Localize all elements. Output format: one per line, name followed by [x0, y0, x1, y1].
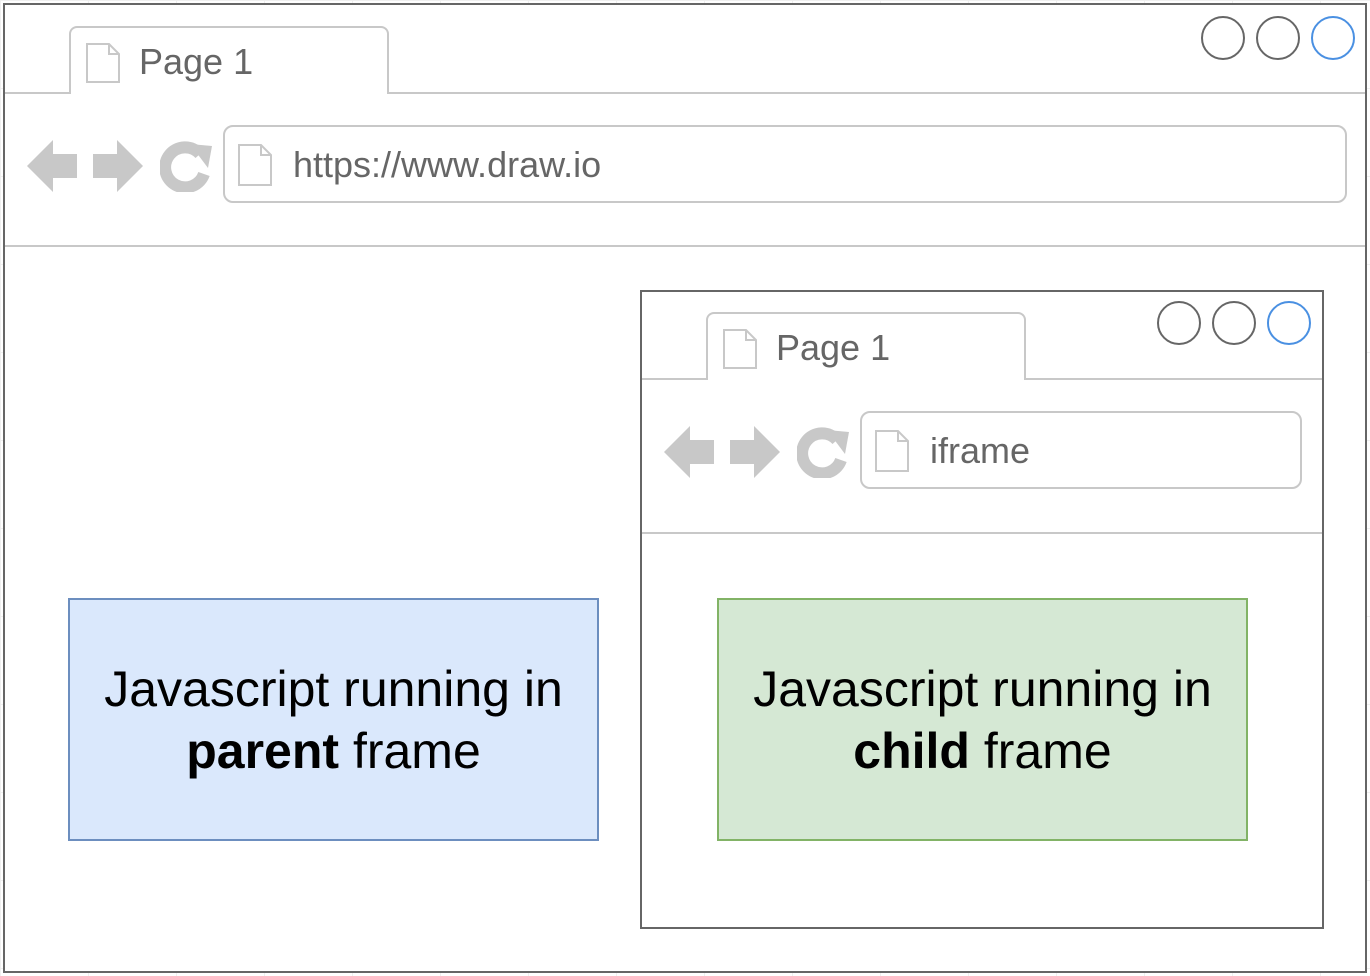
child-box-bold: child — [853, 722, 970, 779]
restore-button[interactable] — [1256, 16, 1300, 60]
inner-toolbar-separator — [642, 532, 1322, 534]
outer-tab-title: Page 1 — [139, 41, 254, 82]
inner-browser-window: Page 1 iframe Javascript running in chil… — [640, 290, 1324, 929]
reload-icon[interactable] — [797, 426, 849, 478]
parent-box-line1: Javascript running in — [104, 660, 563, 717]
url-text: https://www.draw.io — [293, 144, 602, 185]
document-icon — [875, 430, 909, 472]
back-arrow-icon[interactable] — [664, 426, 714, 478]
reload-icon[interactable] — [160, 140, 212, 192]
inner-maximize-button[interactable] — [1267, 301, 1311, 345]
outer-tab[interactable]: Page 1 — [69, 26, 389, 94]
child-frame-box: Javascript running in child frame — [717, 598, 1248, 841]
parent-frame-box: Javascript running in parent frame — [68, 598, 599, 841]
document-icon — [723, 329, 757, 369]
forward-arrow-icon[interactable] — [730, 426, 780, 478]
inner-tab-title: Page 1 — [776, 327, 891, 368]
inner-address-bar[interactable]: iframe — [860, 411, 1302, 489]
child-box-rest: frame — [969, 722, 1112, 779]
parent-box-bold: parent — [186, 722, 340, 779]
address-bar[interactable]: https://www.draw.io — [223, 125, 1347, 203]
back-arrow-icon[interactable] — [27, 140, 77, 192]
inner-minimize-button[interactable] — [1157, 301, 1201, 345]
document-icon — [238, 144, 272, 186]
child-box-line1: Javascript running in — [753, 660, 1212, 717]
parent-box-rest: frame — [339, 722, 481, 779]
forward-arrow-icon[interactable] — [93, 140, 143, 192]
document-icon — [86, 43, 120, 83]
maximize-button[interactable] — [1311, 16, 1355, 60]
inner-tab[interactable]: Page 1 — [706, 312, 1026, 380]
minimize-button[interactable] — [1201, 16, 1245, 60]
inner-url-text: iframe — [930, 430, 1031, 471]
toolbar-separator — [5, 245, 1365, 247]
inner-restore-button[interactable] — [1212, 301, 1256, 345]
